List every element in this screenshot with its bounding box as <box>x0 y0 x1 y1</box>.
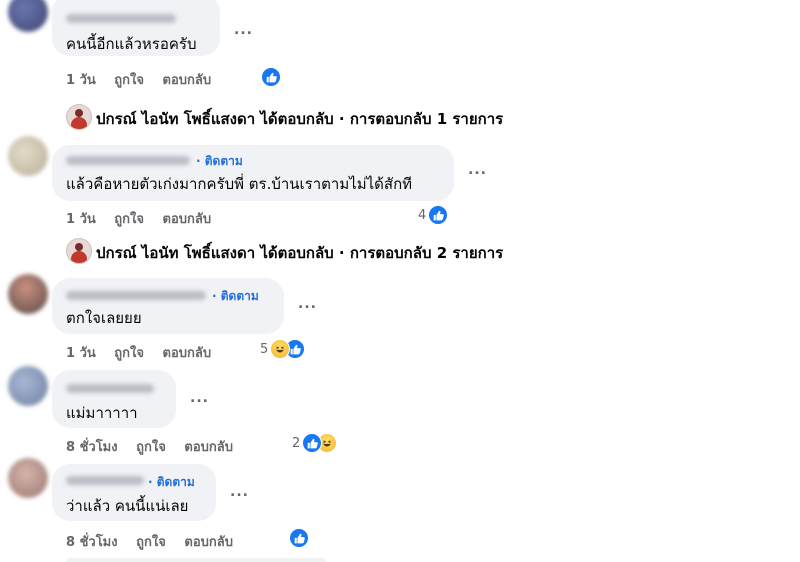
avatar[interactable] <box>8 366 48 406</box>
avatar[interactable] <box>8 0 48 32</box>
like-reaction-icon[interactable] <box>428 205 448 225</box>
like-reaction-icon[interactable] <box>302 433 322 453</box>
haha-reaction-icon[interactable] <box>270 339 290 359</box>
more-options-button[interactable]: ... <box>234 22 253 38</box>
like-button[interactable]: ถูกใจ <box>136 535 166 550</box>
comment-text: คนนี้อีกแล้วหรอครับ <box>66 35 197 53</box>
reply-button[interactable]: ตอบกลับ <box>184 535 233 550</box>
avatar[interactable] <box>8 136 48 176</box>
comment-meta: 8 ชั่วโมง ถูกใจ ตอบกลับ <box>66 436 247 457</box>
comment-time[interactable]: 8 ชั่วโมง <box>66 440 118 455</box>
more-options-button[interactable]: ... <box>298 296 317 312</box>
avatar[interactable] <box>8 458 48 498</box>
avatar[interactable] <box>8 274 48 314</box>
reply-button[interactable]: ตอบกลับ <box>163 73 212 88</box>
more-options-button[interactable]: ... <box>230 484 249 500</box>
reply-button[interactable]: ตอบกลับ <box>163 212 212 227</box>
comment-meta: 1 วัน ถูกใจ ตอบกลับ <box>66 342 225 363</box>
commenter-name[interactable] <box>66 476 144 485</box>
comment-time[interactable]: 1 วัน <box>66 212 96 227</box>
replies-link[interactable]: ปกรณ์ ไอนัท โพธิ์แสงดา ได้ตอบกลับ · การต… <box>96 107 503 131</box>
comment-meta: 1 วัน ถูกใจ ตอบกลับ <box>66 69 225 90</box>
comment-time[interactable]: 1 วัน <box>66 346 96 361</box>
like-reaction-icon[interactable] <box>289 528 309 548</box>
like-button[interactable]: ถูกใจ <box>114 212 144 227</box>
reply-button[interactable]: ตอบกลับ <box>184 440 233 455</box>
reaction-count[interactable]: 4 <box>418 208 426 223</box>
reaction-count[interactable]: 5 <box>260 342 268 357</box>
commenter-name[interactable] <box>66 14 176 23</box>
comment-meta: 8 ชั่วโมง ถูกใจ ตอบกลับ <box>66 531 247 552</box>
reply-avatar[interactable] <box>66 104 92 130</box>
comment-meta: 1 วัน ถูกใจ ตอบกลับ <box>66 208 225 229</box>
comment-text: ว่าแล้ว คนนี้แน่เลย <box>66 497 189 515</box>
follow-button[interactable]: · ติดตาม <box>148 473 195 492</box>
like-button[interactable]: ถูกใจ <box>114 346 144 361</box>
like-button[interactable]: ถูกใจ <box>136 440 166 455</box>
commenter-name[interactable] <box>66 291 206 300</box>
comment-text: แล้วคือหายตัวเก่งมากครับพี่ ตร.บ้านเราตา… <box>66 175 413 193</box>
more-options-button[interactable]: ... <box>190 390 209 406</box>
comment-time[interactable]: 1 วัน <box>66 73 96 88</box>
commenter-name[interactable] <box>66 156 190 165</box>
replies-link[interactable]: ปกรณ์ ไอนัท โพธิ์แสงดา ได้ตอบกลับ · การต… <box>96 241 503 265</box>
comment-text: ตกใจเลยยย <box>66 309 142 327</box>
like-reaction-icon[interactable] <box>261 67 281 87</box>
next-bubble-edge <box>66 558 326 562</box>
follow-button[interactable]: · ติดตาม <box>212 287 259 306</box>
like-button[interactable]: ถูกใจ <box>114 73 144 88</box>
reply-avatar[interactable] <box>66 238 92 264</box>
reply-button[interactable]: ตอบกลับ <box>163 346 212 361</box>
more-options-button[interactable]: ... <box>468 162 487 178</box>
commenter-name[interactable] <box>66 384 154 393</box>
follow-button[interactable]: · ติดตาม <box>196 152 243 171</box>
reaction-count[interactable]: 2 <box>292 436 300 451</box>
comment-time[interactable]: 8 ชั่วโมง <box>66 535 118 550</box>
comment-text: แม่มาาาาา <box>66 404 138 422</box>
